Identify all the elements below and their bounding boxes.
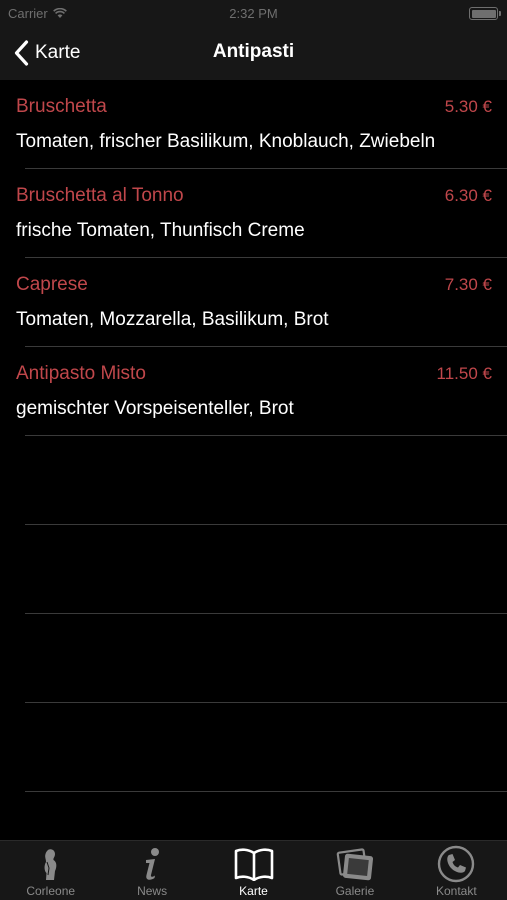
menu-item-antipasto-misto[interactable]: Antipasto Misto 11.50 € gemischter Vorsp… bbox=[0, 347, 507, 436]
menu-item-bruschetta[interactable]: Bruschetta 5.30 € Tomaten, frischer Basi… bbox=[0, 80, 507, 169]
empty-row bbox=[0, 436, 507, 525]
info-icon bbox=[130, 845, 174, 883]
menu-item-name: Antipasto Misto bbox=[16, 363, 146, 384]
status-bar: Carrier 2:32 PM bbox=[0, 0, 507, 28]
row-separator bbox=[25, 791, 507, 792]
tab-label: Galerie bbox=[335, 884, 375, 898]
menu-item-price: 5.30 € bbox=[444, 97, 492, 116]
menu-list: Bruschetta 5.30 € Tomaten, frischer Basi… bbox=[0, 80, 507, 792]
empty-row bbox=[0, 525, 507, 614]
open-book-icon bbox=[232, 845, 276, 883]
menu-item-price: 7.30 € bbox=[444, 275, 492, 294]
menu-item-price: 11.50 € bbox=[436, 364, 492, 383]
tab-karte[interactable]: Karte bbox=[203, 841, 304, 900]
phone-icon bbox=[434, 845, 478, 883]
menu-item-price: 6.30 € bbox=[444, 186, 492, 205]
screen: Carrier 2:32 PM Karte Antipasti Bruschet… bbox=[0, 0, 507, 900]
empty-row bbox=[0, 614, 507, 703]
status-time: 2:32 PM bbox=[229, 6, 278, 21]
tab-label: Kontakt bbox=[435, 884, 477, 898]
page-title: Antipasti bbox=[212, 41, 295, 62]
tab-corleone[interactable]: Corleone bbox=[0, 841, 101, 900]
menu-item-description: gemischter Vorspeisenteller, Brot bbox=[16, 398, 294, 419]
photos-icon bbox=[333, 845, 377, 883]
navigation-bar: Karte Antipasti bbox=[0, 28, 507, 80]
tab-kontakt[interactable]: Kontakt bbox=[406, 841, 507, 900]
empty-row bbox=[0, 703, 507, 792]
person-silhouette-icon bbox=[29, 845, 73, 883]
menu-item-description: Tomaten, frischer Basilikum, Knoblauch, … bbox=[16, 131, 436, 152]
battery-fill bbox=[471, 9, 496, 18]
tab-label: News bbox=[137, 884, 168, 898]
tab-label: Corleone bbox=[26, 884, 76, 898]
tab-news[interactable]: News bbox=[101, 841, 202, 900]
menu-item-name: Bruschetta bbox=[16, 96, 107, 117]
tab-galerie[interactable]: Galerie bbox=[304, 841, 405, 900]
menu-item-description: frische Tomaten, Thunfisch Creme bbox=[16, 220, 305, 241]
menu-item-caprese[interactable]: Caprese 7.30 € Tomaten, Mozzarella, Basi… bbox=[0, 258, 507, 347]
menu-item-description: Tomaten, Mozzarella, Basilikum, Brot bbox=[16, 309, 329, 330]
battery-icon bbox=[469, 7, 501, 20]
menu-item-name: Bruschetta al Tonno bbox=[16, 185, 184, 206]
menu-item-name: Caprese bbox=[16, 274, 88, 295]
menu-item-bruschetta-al-tonno[interactable]: Bruschetta al Tonno 6.30 € frische Tomat… bbox=[0, 169, 507, 258]
tab-bar: Corleone News Karte Galerie Kontakt bbox=[0, 840, 507, 900]
tab-label: Karte bbox=[239, 884, 268, 898]
